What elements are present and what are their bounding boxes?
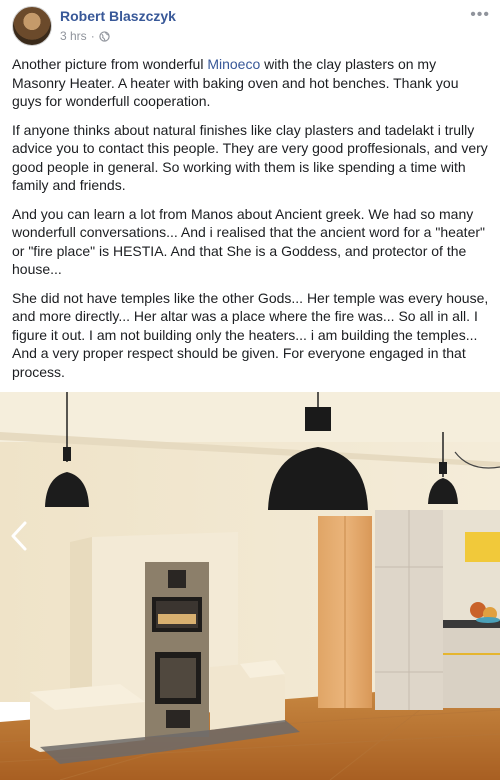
timestamp[interactable]: 3 hrs (60, 29, 87, 43)
paragraph-1: Another picture from wonderful Minoeco w… (12, 55, 490, 111)
paragraph-3: And you can learn a lot from Manos about… (12, 205, 485, 278)
globe-icon (99, 30, 110, 42)
author-name[interactable]: Robert Blaszczyk (60, 8, 176, 24)
page-link-minoeco[interactable]: Minoeco (207, 56, 260, 72)
chevron-left-icon[interactable] (8, 520, 30, 557)
post-meta: 3 hrs · (60, 29, 110, 43)
paragraph-2: If anyone thinks about natural finishes … (12, 121, 488, 194)
post-photo[interactable] (0, 392, 500, 780)
meta-separator: · (90, 29, 95, 43)
avatar[interactable] (12, 6, 52, 46)
paragraph-4: She did not have temples like the other … (12, 289, 489, 380)
paragraph-1-start: Another picture from wonderful (12, 56, 208, 72)
post-header: Robert Blaszczyk 3 hrs · ••• (0, 0, 500, 50)
more-options-icon[interactable]: ••• (470, 6, 490, 24)
post-body: Another picture from wonderful Minoeco w… (12, 55, 490, 391)
